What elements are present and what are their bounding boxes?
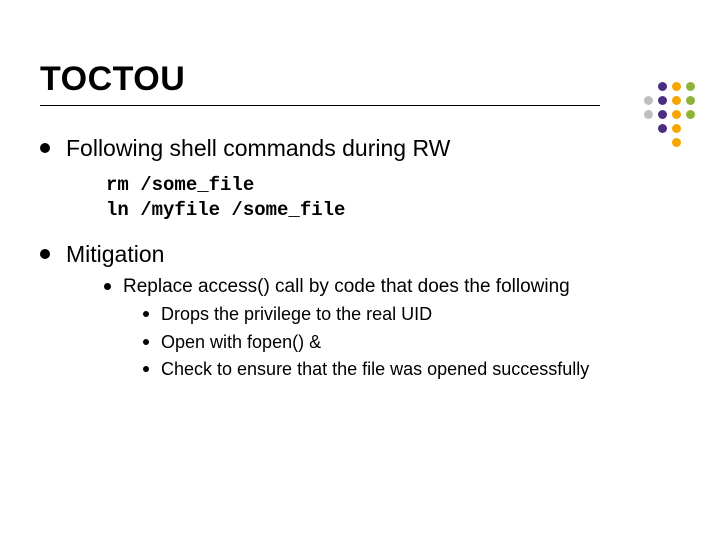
dot-icon bbox=[658, 124, 667, 133]
bullet-icon bbox=[143, 339, 149, 345]
item-text: Mitigation bbox=[66, 241, 164, 267]
bullet-list: Mitigation Replace access() call by code… bbox=[40, 240, 680, 392]
bullet-icon bbox=[143, 366, 149, 372]
dot-icon bbox=[672, 82, 681, 91]
dot-icon bbox=[672, 110, 681, 119]
bullet-list: Replace access() call by code that does … bbox=[104, 275, 680, 386]
list-item: Following shell commands during RW bbox=[40, 134, 680, 163]
list-item: Check to ensure that the file was opened… bbox=[143, 358, 680, 381]
dot-icon bbox=[644, 110, 653, 119]
list-item: Mitigation Replace access() call by code… bbox=[40, 240, 680, 392]
list-item: Drops the privilege to the real UID bbox=[143, 303, 680, 326]
item-text: Drops the privilege to the real UID bbox=[161, 303, 432, 326]
dot-icon bbox=[658, 96, 667, 105]
bullet-list: Following shell commands during RW bbox=[40, 134, 680, 163]
dot-icon bbox=[658, 82, 667, 91]
dot-icon bbox=[672, 96, 681, 105]
bullet-icon bbox=[143, 311, 149, 317]
bullet-list: Drops the privilege to the real UID Open… bbox=[143, 303, 680, 381]
item-text: Following shell commands during RW bbox=[66, 134, 450, 163]
dot-icon bbox=[644, 96, 653, 105]
dot-icon bbox=[686, 82, 695, 91]
dot-icon bbox=[686, 96, 695, 105]
list-item: Replace access() call by code that does … bbox=[104, 275, 680, 386]
slide-title: TOCTOU bbox=[40, 60, 680, 99]
bullet-icon bbox=[40, 249, 50, 259]
item-text: Check to ensure that the file was opened… bbox=[161, 358, 589, 381]
dot-icon bbox=[658, 110, 667, 119]
title-underline bbox=[40, 105, 600, 106]
list-item: Open with fopen() & bbox=[143, 331, 680, 354]
decorative-dot-grid bbox=[644, 82, 698, 150]
code-block: rm /some_file ln /myfile /some_file bbox=[106, 173, 680, 224]
slide: TOCTOU Following shell commands during R… bbox=[0, 0, 720, 442]
item-text: Replace access() call by code that does … bbox=[123, 276, 570, 297]
dot-icon bbox=[672, 138, 681, 147]
dot-icon bbox=[686, 110, 695, 119]
bullet-icon bbox=[104, 283, 111, 290]
item-text: Open with fopen() & bbox=[161, 331, 321, 354]
dot-icon bbox=[672, 124, 681, 133]
bullet-icon bbox=[40, 143, 50, 153]
